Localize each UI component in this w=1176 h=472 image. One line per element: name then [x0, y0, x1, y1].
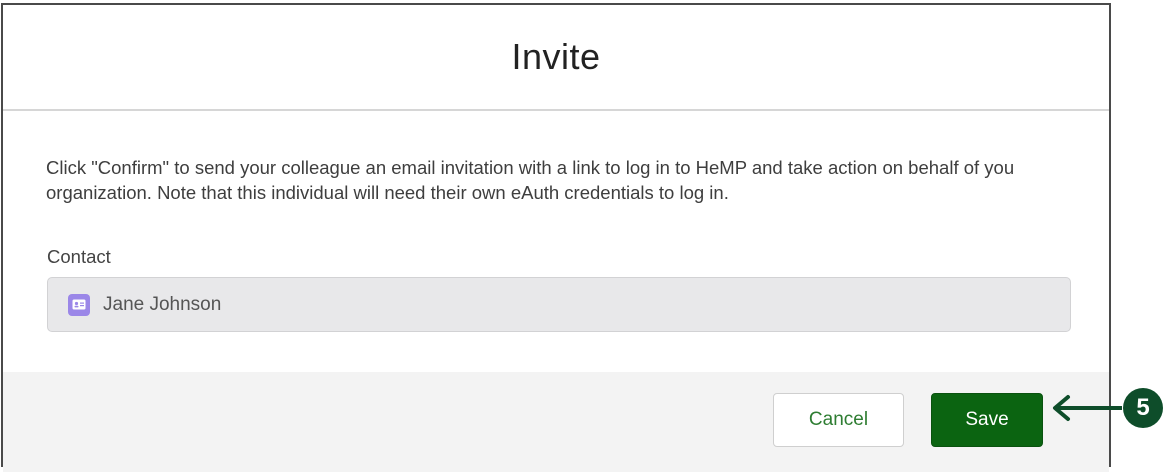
contact-label: Contact: [47, 246, 111, 267]
dialog-body: Click "Confirm" to send your colleague a…: [3, 111, 1109, 373]
contact-field: Jane Johnson: [47, 277, 1071, 332]
save-button[interactable]: Save: [931, 393, 1043, 447]
contact-value: Jane Johnson: [103, 293, 222, 315]
step-number-badge: 5: [1123, 388, 1163, 428]
invite-dialog: Invite Click "Confirm" to send your coll…: [1, 3, 1111, 472]
dialog-footer: Cancel Save: [3, 372, 1109, 472]
cancel-button[interactable]: Cancel: [773, 393, 904, 447]
dialog-title: Invite: [511, 36, 601, 77]
contact-card-icon: [68, 293, 90, 316]
invite-message: Click "Confirm" to send your colleague a…: [46, 157, 1015, 203]
dialog-header: Invite: [3, 5, 1109, 111]
arrow-left-icon: [1053, 395, 1122, 421]
